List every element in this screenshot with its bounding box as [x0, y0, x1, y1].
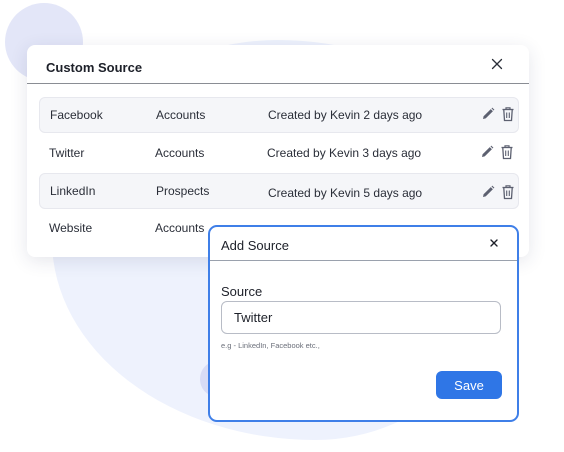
card-title: Custom Source — [46, 60, 143, 75]
table-row[interactable]: Twitter Accounts Created by Kevin 3 days… — [39, 136, 517, 170]
source-type: Accounts — [155, 146, 205, 160]
save-button[interactable]: Save — [436, 371, 502, 399]
source-name: Website — [49, 221, 93, 235]
source-name: Facebook — [50, 108, 103, 122]
pencil-icon[interactable] — [480, 184, 496, 200]
source-type: Accounts — [156, 108, 206, 122]
trash-icon[interactable] — [500, 144, 514, 160]
modal-title: Add Source — [221, 238, 289, 253]
source-label: Source — [221, 284, 263, 299]
input-hint: e.g - LinkedIn, Facebook etc., — [221, 341, 320, 350]
created-info: Created by Kevin 3 days ago — [267, 146, 422, 160]
close-icon[interactable] — [488, 237, 500, 249]
trash-icon[interactable] — [501, 106, 515, 122]
close-icon[interactable] — [489, 56, 505, 72]
add-source-modal: Add Source Source e.g - LinkedIn, Facebo… — [208, 225, 519, 422]
source-type: Prospects — [156, 184, 210, 198]
table-row[interactable]: LinkedIn Prospects Created by Kevin 5 da… — [39, 173, 519, 209]
pencil-icon[interactable] — [480, 106, 496, 122]
source-type: Accounts — [155, 221, 205, 235]
source-input[interactable] — [221, 301, 501, 334]
source-name: Twitter — [49, 146, 85, 160]
source-name: LinkedIn — [50, 184, 96, 198]
pencil-icon[interactable] — [479, 144, 495, 160]
table-row[interactable]: Facebook Accounts Created by Kevin 2 day… — [39, 97, 519, 133]
modal-header: Add Source — [210, 227, 517, 261]
created-info: Created by Kevin 5 days ago — [268, 186, 423, 200]
card-header: Custom Source — [27, 45, 529, 84]
created-info: Created by Kevin 2 days ago — [268, 108, 423, 122]
trash-icon[interactable] — [501, 184, 515, 200]
